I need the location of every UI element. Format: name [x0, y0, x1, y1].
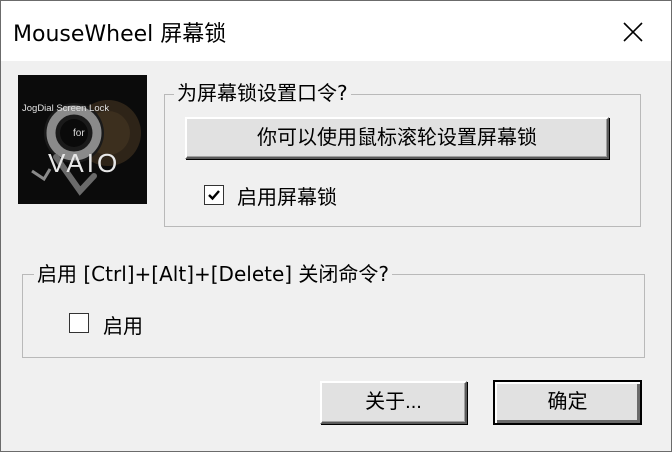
ok-button[interactable]: 确定 — [493, 380, 642, 425]
close-icon — [623, 22, 643, 42]
enable-lock-label: 启用屏幕锁 — [237, 185, 337, 209]
password-group-legend: 为屏幕锁设置口令? — [174, 79, 351, 107]
enable-ctrl-alt-del-checkbox[interactable] — [69, 313, 89, 333]
enable-ctrl-alt-del-label: 启用 — [103, 314, 143, 338]
password-groupbox — [164, 94, 641, 227]
logo-brand: VAIO — [48, 148, 121, 178]
close-button[interactable] — [601, 7, 665, 57]
enable-lock-checkbox[interactable] — [204, 185, 224, 205]
title-bar: MouseWheel 屏幕锁 — [1, 1, 671, 61]
dialog-window: MouseWheel 屏幕锁 JogDial Screen Lock for V… — [0, 0, 672, 452]
set-lock-button[interactable]: 你可以使用鼠标滚轮设置屏幕锁 — [185, 117, 609, 159]
app-logo: JogDial Screen Lock for VAIO — [18, 75, 147, 204]
logo-for-text: for — [73, 128, 85, 139]
checkmark-icon — [208, 190, 220, 201]
about-button[interactable]: 关于... — [320, 381, 467, 424]
ctrl-alt-del-group-legend: 启用 [Ctrl]+[Alt]+[Delete] 关闭命令? — [34, 260, 393, 288]
window-title: MouseWheel 屏幕锁 — [13, 22, 227, 47]
logo-caption: JogDial Screen Lock — [22, 103, 110, 114]
